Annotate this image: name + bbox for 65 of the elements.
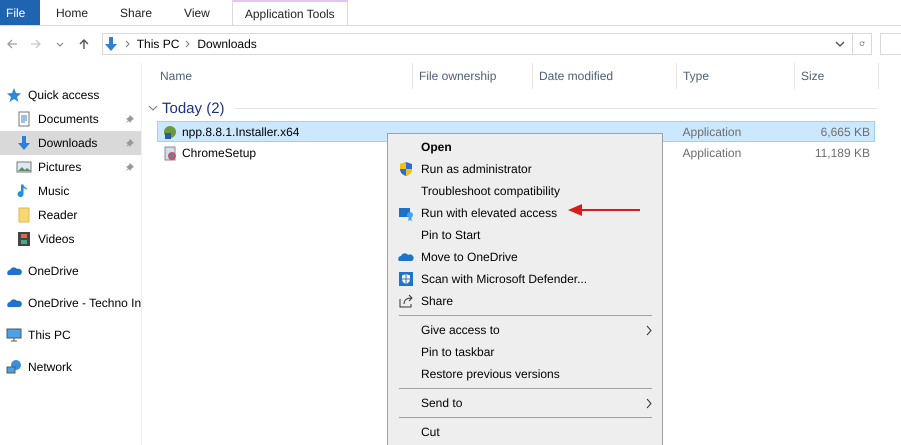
table-cell-text: 11,189 KB — [814, 146, 871, 160]
ribbon-tab[interactable]: Home — [40, 0, 104, 25]
up-arrow-icon[interactable] — [78, 38, 90, 50]
folder-icon — [16, 207, 32, 223]
menu-item[interactable]: Give access to — [388, 319, 662, 341]
document-icon — [16, 111, 32, 127]
file-name[interactable]: npp.8.8.1.Installer.x64 — [182, 124, 300, 138]
menu-item[interactable]: Move to OneDrive — [388, 246, 662, 268]
menu-item[interactable]: Cut — [388, 421, 662, 443]
installer-icon — [162, 144, 178, 160]
menu-item[interactable]: Restore previous versions — [388, 363, 662, 385]
sidebar-item[interactable]: Reader — [0, 203, 141, 227]
download-arrow-icon — [102, 36, 119, 52]
file-menu-tab[interactable]: File — [0, 0, 40, 25]
breadcrumb-item[interactable]: This PC — [130, 37, 186, 51]
back-icon[interactable] — [6, 38, 18, 50]
column-header[interactable]: Date modified — [533, 63, 677, 89]
menu-item[interactable]: Pin to taskbar — [388, 341, 662, 363]
column-header[interactable]: Name — [154, 63, 413, 89]
menu-item[interactable]: Send to — [388, 392, 662, 414]
table-cell-text: Application — [682, 146, 742, 160]
group-header[interactable]: Today (2) — [162, 100, 225, 116]
star-icon — [6, 87, 22, 103]
breadcrumb-item[interactable]: Downloads — [191, 37, 263, 51]
menu-item[interactable]: Run with elevated access — [388, 202, 662, 224]
sidebar-item[interactable]: OneDrive — [0, 259, 141, 283]
sidebar-item[interactable]: Documents — [0, 107, 141, 131]
film-icon — [16, 231, 32, 247]
menu-item[interactable]: Scan with Microsoft Defender... — [388, 268, 662, 290]
sidebar-item[interactable]: This PC — [0, 323, 141, 347]
sidebar-item[interactable]: Pictures — [0, 155, 141, 179]
menu-item[interactable]: Troubleshoot compatibility — [388, 180, 662, 202]
ribbon-tab[interactable]: Share — [104, 0, 168, 25]
download-arrow-icon — [16, 135, 32, 151]
chevron-icon — [124, 40, 131, 48]
search-field[interactable] — [880, 33, 901, 55]
column-header[interactable]: Size — [795, 63, 879, 89]
sidebar-item[interactable]: Downloads — [0, 131, 141, 155]
shield-icon — [398, 271, 414, 287]
sidebar-item[interactable]: Network — [0, 355, 141, 379]
sidebar-item[interactable]: Videos — [0, 227, 141, 251]
chevron-icon — [185, 40, 192, 48]
address-bar[interactable]: This PC Downloads — [102, 33, 872, 55]
menu-item[interactable]: Share — [388, 290, 662, 312]
network-icon — [6, 359, 22, 375]
menu-item[interactable]: Open — [388, 136, 662, 158]
ribbon-tab[interactable]: Application Tools — [232, 0, 348, 25]
ribbon-tab[interactable]: View — [168, 0, 226, 25]
menu-item[interactable]: Pin to Start — [388, 224, 662, 246]
picture-icon — [16, 159, 32, 175]
sidebar-item[interactable]: OneDrive - Techno In — [0, 291, 141, 315]
column-header[interactable]: Type — [677, 63, 795, 89]
window-badge-icon — [398, 205, 414, 221]
installer-icon — [162, 124, 178, 140]
collapse-chevron-icon[interactable] — [148, 104, 158, 112]
share-icon — [398, 293, 414, 309]
table-cell-text: 6,665 KB — [820, 124, 871, 138]
column-header[interactable]: File ownership — [413, 63, 533, 89]
file-name[interactable]: ChromeSetup — [182, 146, 256, 160]
shield-icon — [398, 161, 414, 177]
menu-item[interactable]: Run as administrator — [388, 158, 662, 180]
computer-icon — [6, 327, 22, 343]
table-cell-text: Application — [682, 124, 742, 138]
sidebar-item[interactable]: Music — [0, 179, 141, 203]
sidebar-item[interactable]: Quick access — [0, 83, 141, 107]
